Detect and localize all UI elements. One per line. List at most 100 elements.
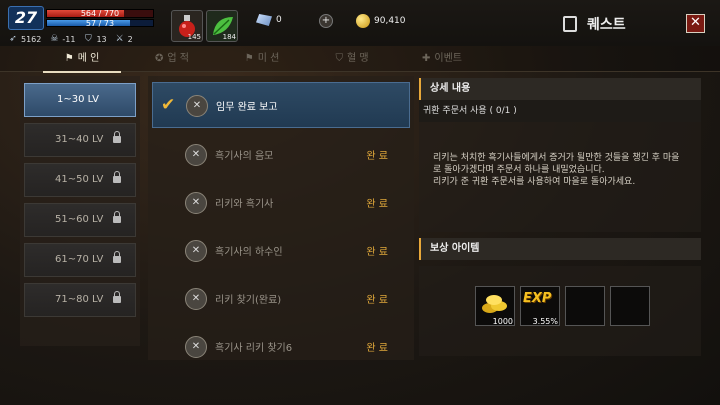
- level-item-label: 71~80 LV: [55, 294, 104, 305]
- flag-icon: ⚑: [64, 53, 74, 64]
- gem-amount: 0: [276, 15, 282, 25]
- plus-button[interactable]: +: [319, 14, 333, 28]
- wing-icon: ➶: [9, 34, 17, 44]
- level-item-51-60[interactable]: 51~60 LV: [24, 203, 136, 237]
- gold-amount: 90,410: [374, 16, 406, 26]
- quest-badge-icon: ✕: [185, 144, 207, 166]
- tab-mission-label: 미 션: [257, 53, 280, 64]
- top-status-bar: 27 564 / 770 57 / 73 ➶ 5162 ☠ -11 ⛉ 13 ⚔ 2 1…: [0, 0, 720, 46]
- quest-item[interactable]: ✕ 리키 찾기(완료) 완 료: [152, 276, 410, 322]
- exp-icon: EXP: [523, 291, 552, 306]
- quest-badge-icon: ✕: [185, 240, 207, 262]
- quest-detail-panel: 상세 내용 귀환 주문서 사용 ( 0/1 ) 리키는 처치한 흑기사들에게서 …: [419, 76, 703, 360]
- tab-achievement[interactable]: ✪ 업 적: [127, 46, 217, 72]
- level-item-label: 1~30 LV: [57, 94, 99, 105]
- quest-scroll-icon: [563, 16, 577, 32]
- mission-icon: ⚑: [244, 53, 254, 64]
- reward-gold-count: 1000: [492, 317, 513, 326]
- lock-icon: [113, 171, 121, 183]
- lock-icon: [113, 291, 121, 303]
- tab-event[interactable]: ✚ 이벤트: [397, 46, 487, 72]
- gem-icon: [256, 14, 272, 26]
- reward-empty-slot: [610, 286, 650, 326]
- close-button[interactable]: ✕: [686, 14, 705, 33]
- quest-list: ✔ ✕ 임무 완료 보고 ✕ 흑기사의 음모 완 료 ✕ 리키와 흑기사 완 료 ✕ 흑기…: [148, 76, 414, 360]
- gift-icon: ✚: [422, 53, 431, 64]
- quest-title: 리키 찾기(완료): [215, 295, 282, 306]
- gold-currency: 90,410: [356, 14, 406, 28]
- reward-items: 1000 EXP 3.55%: [419, 266, 701, 356]
- player-level: 27: [8, 6, 44, 30]
- stat-shield: ⛉ 13: [83, 34, 107, 44]
- level-item-41-50[interactable]: 41~50 LV: [24, 163, 136, 197]
- reward-exp-count: 3.55%: [532, 317, 558, 326]
- mp-bar: 57 / 73: [46, 19, 154, 28]
- level-item-1-30[interactable]: 1~30 LV: [24, 83, 136, 117]
- page-title: 퀘스트: [587, 17, 626, 33]
- add-currency[interactable]: +: [319, 14, 333, 28]
- quest-badge-icon: ✕: [185, 192, 207, 214]
- detail-header: 상세 내용: [419, 78, 701, 100]
- quest-title: 임무 완료 보고: [216, 102, 278, 113]
- tab-clan-label: 혈 맹: [346, 53, 369, 64]
- lock-icon: [113, 131, 121, 143]
- green-leaf-slot[interactable]: 184: [206, 10, 238, 42]
- quest-title: 흑기사의 음모: [215, 151, 274, 162]
- red-potion-count: 145: [187, 33, 201, 41]
- quest-title: 리키와 흑기사: [215, 199, 274, 210]
- reward-header: 보상 아이템: [419, 238, 701, 260]
- tab-mission[interactable]: ⚑ 미 션: [217, 46, 307, 72]
- quest-title: 흑기사의 하수인: [215, 247, 283, 258]
- level-item-label: 31~40 LV: [55, 134, 104, 145]
- detail-objective: 귀환 주문서 사용 ( 0/1 ): [419, 100, 701, 122]
- level-item-61-70[interactable]: 61~70 LV: [24, 243, 136, 277]
- tab-achievement-label: 업 적: [167, 53, 189, 64]
- quest-header: 퀘스트: [563, 14, 626, 34]
- quest-item[interactable]: ✕ 리키와 흑기사 완 료: [152, 180, 410, 226]
- level-item-71-80[interactable]: 71~80 LV: [24, 283, 136, 317]
- stat-sword-value: 2: [127, 34, 133, 44]
- stat-wing-value: 5162: [21, 34, 42, 44]
- clan-icon: ⛉: [335, 53, 343, 64]
- red-potion-slot[interactable]: 145: [171, 10, 203, 42]
- level-item-label: 61~70 LV: [55, 254, 104, 265]
- checkmark-icon: ✔: [161, 95, 176, 115]
- reward-exp-slot[interactable]: EXP 3.55%: [520, 286, 560, 326]
- hp-bar: 564 / 770: [46, 9, 154, 18]
- quest-item[interactable]: ✕ 흑기사 리키 찾기6 완 료: [152, 324, 410, 360]
- reward-gold-slot[interactable]: 1000: [475, 286, 515, 326]
- quest-item[interactable]: ✕ 흑기사의 하수인 완 료: [152, 228, 410, 274]
- tab-main[interactable]: ⚑ 메 인: [37, 46, 127, 73]
- stat-shield-value: 13: [96, 34, 107, 44]
- quest-badge-icon: ✕: [186, 95, 208, 117]
- level-item-31-40[interactable]: 31~40 LV: [24, 123, 136, 157]
- level-range-list: 1~30 LV 31~40 LV 41~50 LV 51~60 LV 61~70…: [20, 76, 140, 346]
- quest-item[interactable]: ✕ 흑기사의 음모 완 료: [152, 132, 410, 178]
- tab-main-label: 메 인: [77, 53, 100, 64]
- shield-icon: ⛉: [85, 34, 92, 44]
- quest-status: 완 료: [366, 343, 388, 354]
- quest-badge-icon: ✕: [185, 336, 207, 358]
- quest-status: 완 료: [366, 151, 388, 162]
- stat-sword: ⚔ 2: [115, 34, 133, 44]
- achievement-icon: ✪: [155, 53, 164, 64]
- mp-text: 57 / 73: [85, 19, 115, 28]
- level-item-label: 41~50 LV: [55, 174, 104, 185]
- skull-icon: ☠: [50, 34, 59, 44]
- gem-currency: 0: [256, 14, 282, 26]
- green-leaf-count: 184: [222, 33, 236, 41]
- quest-item[interactable]: ✔ ✕ 임무 완료 보고: [152, 82, 410, 128]
- reward-empty-slot: [565, 286, 605, 326]
- detail-description: 리키는 처치한 흑기사들에게서 증거가 될만한 것들을 챙긴 후 마을로 돌아가…: [419, 122, 701, 232]
- gold-coin-icon: [356, 14, 370, 28]
- tab-clan[interactable]: ⛉ 혈 맹: [307, 46, 397, 72]
- tab-event-label: 이벤트: [434, 53, 462, 64]
- quest-title: 흑기사 리키 찾기6: [215, 343, 293, 354]
- level-item-label: 51~60 LV: [55, 214, 104, 225]
- stat-skull: ☠ -11: [49, 34, 75, 44]
- lock-icon: [113, 251, 121, 263]
- stat-wing: ➶ 5162: [8, 34, 41, 44]
- sword-icon: ⚔: [115, 34, 124, 44]
- quest-status: 완 료: [366, 295, 388, 306]
- quest-badge-icon: ✕: [185, 288, 207, 310]
